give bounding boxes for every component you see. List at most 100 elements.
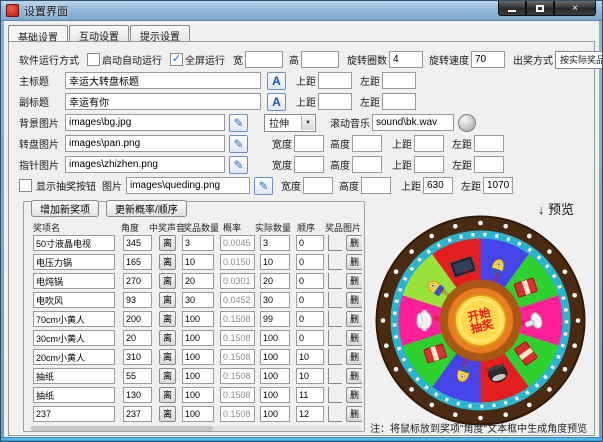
win-sound-toggle-button[interactable]: 离: [159, 387, 176, 403]
draw-button-browse-button[interactable]: ✎: [254, 177, 273, 195]
prize-mode-select[interactable]: 按实际奖品数出奖 ▼: [555, 51, 603, 69]
delete-prize-button[interactable]: 删: [346, 273, 362, 289]
prize-name-input[interactable]: [33, 273, 115, 289]
prize-angle-input[interactable]: [123, 387, 152, 403]
prize-actual-qty-input[interactable]: [260, 387, 290, 403]
sub-title-left-input[interactable]: [382, 93, 416, 110]
prize-actual-qty-input[interactable]: [260, 273, 290, 289]
prize-quantity-input[interactable]: [182, 349, 214, 365]
prize-quantity-input[interactable]: [182, 330, 214, 346]
prize-actual-qty-input[interactable]: [260, 254, 290, 270]
prize-order-input[interactable]: [296, 273, 324, 289]
main-title-input[interactable]: [65, 72, 261, 89]
prize-order-input[interactable]: [296, 292, 324, 308]
add-prize-button[interactable]: 增加新奖项: [31, 200, 99, 217]
prize-name-input[interactable]: [33, 406, 115, 422]
speed-input[interactable]: [471, 51, 505, 68]
prize-order-input[interactable]: [296, 254, 324, 270]
pointer-image-browse-button[interactable]: ✎: [229, 156, 248, 174]
autorun-checkbox[interactable]: ✓: [87, 53, 100, 66]
draw-button-top-input[interactable]: [423, 177, 453, 194]
delete-prize-button[interactable]: 删: [346, 254, 362, 270]
prize-actual-qty-input[interactable]: [260, 292, 290, 308]
pointer-width-input[interactable]: [294, 156, 324, 173]
prize-angle-input[interactable]: [123, 330, 152, 346]
win-sound-toggle-button[interactable]: 离: [159, 273, 176, 289]
prize-quantity-input[interactable]: [182, 387, 214, 403]
minimize-button[interactable]: [498, 1, 526, 16]
win-sound-toggle-button[interactable]: 离: [159, 406, 176, 422]
prize-order-input[interactable]: [296, 235, 324, 251]
win-sound-toggle-button[interactable]: 离: [159, 311, 176, 327]
prize-image-box[interactable]: [328, 311, 342, 327]
win-sound-toggle-button[interactable]: 离: [159, 368, 176, 384]
prize-name-input[interactable]: [33, 235, 115, 251]
music-input[interactable]: [372, 114, 454, 131]
prize-actual-qty-input[interactable]: [260, 406, 290, 422]
win-sound-toggle-button[interactable]: 离: [159, 254, 176, 270]
prize-name-input[interactable]: [33, 254, 115, 270]
sub-title-input[interactable]: [65, 93, 261, 110]
delete-prize-button[interactable]: 删: [346, 330, 362, 346]
prize-image-box[interactable]: [328, 254, 342, 270]
close-button[interactable]: ×: [554, 1, 596, 16]
delete-prize-button[interactable]: 删: [346, 292, 362, 308]
draw-button-left-input[interactable]: [483, 177, 513, 194]
pointer-top-input[interactable]: [414, 156, 444, 173]
prize-image-box[interactable]: [328, 235, 342, 251]
prize-image-box[interactable]: [328, 387, 342, 403]
draw-button-width-input[interactable]: [303, 177, 333, 194]
wheel-height-input[interactable]: [352, 135, 382, 152]
screen-width-input[interactable]: [245, 51, 283, 68]
prize-angle-input[interactable]: [123, 235, 152, 251]
prize-quantity-input[interactable]: [182, 235, 214, 251]
bg-image-browse-button[interactable]: ✎: [229, 114, 248, 132]
wheel-left-input[interactable]: [474, 135, 504, 152]
screen-height-input[interactable]: [301, 51, 339, 68]
prize-quantity-input[interactable]: [182, 368, 214, 384]
prize-angle-input[interactable]: [123, 254, 152, 270]
fullscreen-checkbox[interactable]: ✓: [170, 53, 183, 66]
prize-name-input[interactable]: [33, 311, 115, 327]
horizontal-scrollbar[interactable]: [31, 426, 361, 431]
wheel-image-input[interactable]: [65, 135, 225, 152]
sub-title-font-button[interactable]: A: [267, 93, 286, 111]
prize-image-box[interactable]: [328, 406, 342, 422]
main-title-font-button[interactable]: A: [267, 72, 286, 90]
main-title-top-input[interactable]: [318, 72, 352, 89]
prize-order-input[interactable]: [296, 311, 324, 327]
prize-image-box[interactable]: [328, 330, 342, 346]
prize-actual-qty-input[interactable]: [260, 349, 290, 365]
prize-angle-input[interactable]: [123, 368, 152, 384]
prize-angle-input[interactable]: [123, 406, 152, 422]
prize-order-input[interactable]: [296, 330, 324, 346]
win-sound-toggle-button[interactable]: 离: [159, 235, 176, 251]
prize-actual-qty-input[interactable]: [260, 311, 290, 327]
sub-title-top-input[interactable]: [318, 93, 352, 110]
prize-image-box[interactable]: [328, 273, 342, 289]
prize-quantity-input[interactable]: [182, 254, 214, 270]
draw-button-height-input[interactable]: [361, 177, 391, 194]
show-draw-button-checkbox[interactable]: ✓: [19, 179, 32, 192]
wheel-image-browse-button[interactable]: ✎: [229, 135, 248, 153]
bg-image-input[interactable]: [65, 114, 225, 131]
prize-image-box[interactable]: [328, 292, 342, 308]
scrollbar-thumb[interactable]: [31, 426, 213, 431]
win-sound-toggle-button[interactable]: 离: [159, 330, 176, 346]
prize-order-input[interactable]: [296, 368, 324, 384]
maximize-button[interactable]: [526, 1, 554, 16]
prize-order-input[interactable]: [296, 406, 324, 422]
delete-prize-button[interactable]: 删: [346, 387, 362, 403]
wheel-top-input[interactable]: [414, 135, 444, 152]
prize-quantity-input[interactable]: [182, 311, 214, 327]
sound-icon[interactable]: [458, 114, 476, 132]
prize-angle-input[interactable]: [123, 273, 152, 289]
prize-order-input[interactable]: [296, 349, 324, 365]
pointer-image-input[interactable]: [65, 156, 225, 173]
pointer-left-input[interactable]: [474, 156, 504, 173]
delete-prize-button[interactable]: 删: [346, 368, 362, 384]
delete-prize-button[interactable]: 删: [346, 311, 362, 327]
stretch-select[interactable]: 拉伸 ▼: [264, 114, 316, 132]
win-sound-toggle-button[interactable]: 离: [159, 349, 176, 365]
prize-quantity-input[interactable]: [182, 292, 214, 308]
